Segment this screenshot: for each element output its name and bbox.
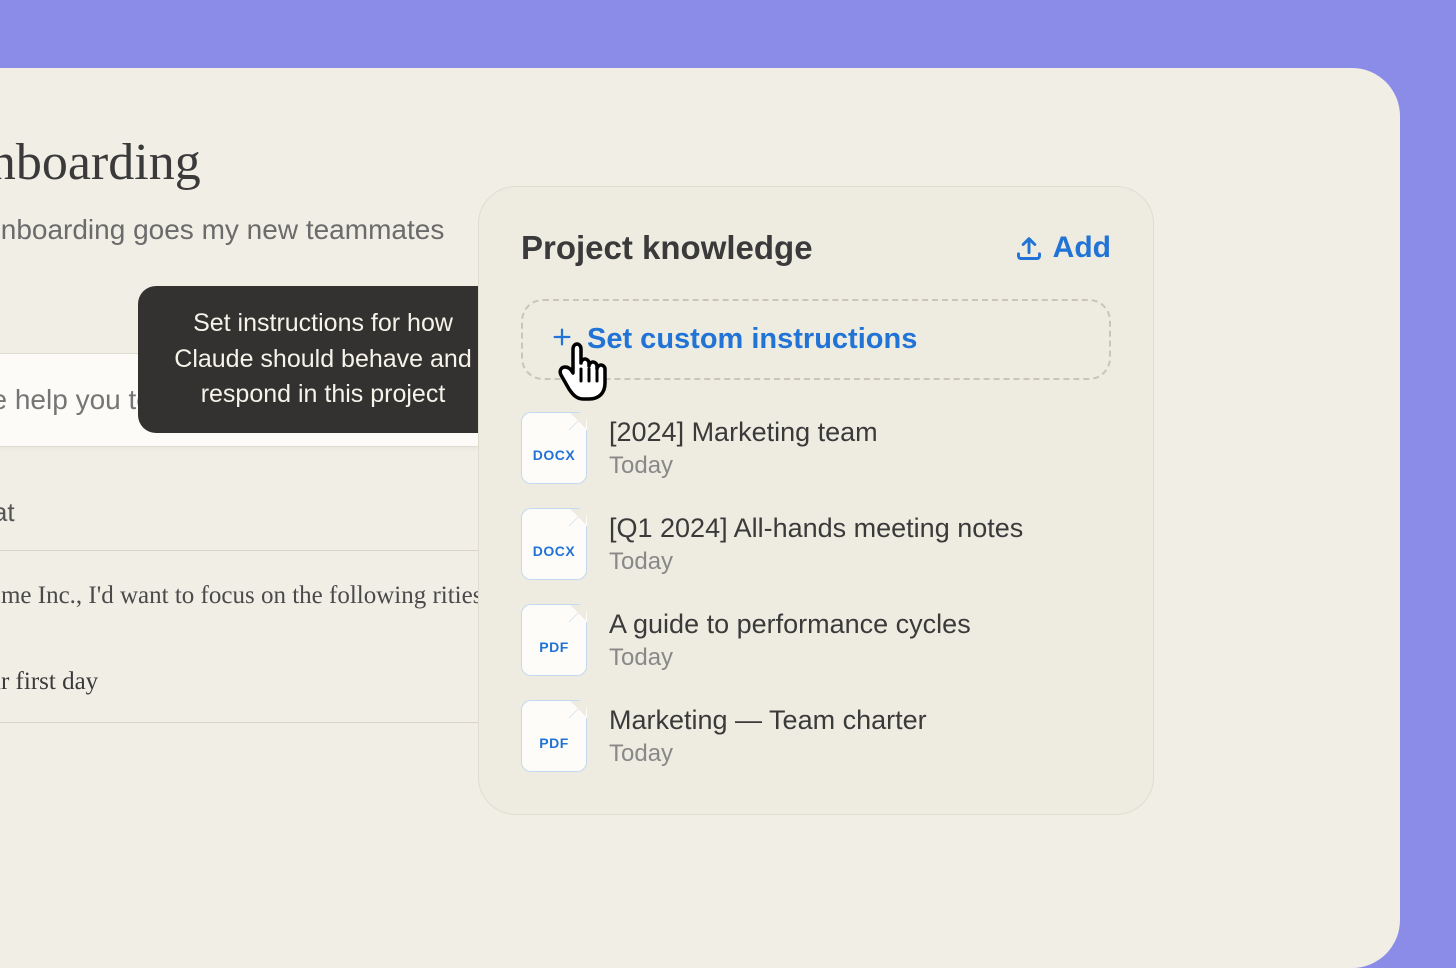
file-list: DOCX [2024] Marketing team Today DOCX [Q… — [521, 412, 1111, 772]
file-date: Today — [609, 452, 878, 480]
file-item[interactable]: PDF Marketing — Team charter Today — [521, 700, 1111, 772]
sidebar-header: Project knowledge Add — [521, 229, 1111, 267]
set-custom-instructions-button[interactable]: Set custom instructions — [521, 299, 1111, 380]
file-type-badge: DOCX — [533, 447, 575, 463]
file-info: [2024] Marketing team Today — [609, 417, 878, 480]
custom-instructions-label: Set custom instructions — [587, 323, 917, 356]
file-info: A guide to performance cycles Today — [609, 609, 971, 672]
project-knowledge-panel: Project knowledge Add Set custom instruc… — [478, 186, 1154, 815]
file-icon: PDF — [521, 604, 587, 676]
file-type-badge: PDF — [539, 639, 569, 655]
file-info: [Q1 2024] All-hands meeting notes Today — [609, 513, 1023, 576]
file-name: [Q1 2024] All-hands meeting notes — [609, 513, 1023, 544]
add-button[interactable]: Add — [1015, 231, 1111, 265]
file-type-badge: PDF — [539, 735, 569, 751]
tooltip: Set instructions for how Claude should b… — [138, 286, 508, 433]
file-date: Today — [609, 644, 971, 672]
add-button-label: Add — [1053, 231, 1111, 265]
file-name: Marketing — Team charter — [609, 705, 927, 736]
file-item[interactable]: DOCX [2024] Marketing team Today — [521, 412, 1111, 484]
file-type-badge: DOCX — [533, 543, 575, 559]
file-icon: DOCX — [521, 412, 587, 484]
file-name: A guide to performance cycles — [609, 609, 971, 640]
file-name: [2024] Marketing team — [609, 417, 878, 448]
plus-icon — [551, 324, 573, 355]
upload-icon — [1015, 234, 1043, 262]
file-info: Marketing — Team charter Today — [609, 705, 927, 768]
file-item[interactable]: PDF A guide to performance cycles Today — [521, 604, 1111, 676]
project-knowledge-title: Project knowledge — [521, 229, 813, 267]
page-title: hire onboarding — [0, 133, 630, 192]
file-icon: PDF — [521, 700, 587, 772]
file-item[interactable]: DOCX [Q1 2024] All-hands meeting notes T… — [521, 508, 1111, 580]
file-date: Today — [609, 548, 1023, 576]
file-icon: DOCX — [521, 508, 587, 580]
file-date: Today — [609, 740, 927, 768]
app-window: hire onboarding ake sure onboarding goes… — [0, 68, 1400, 968]
